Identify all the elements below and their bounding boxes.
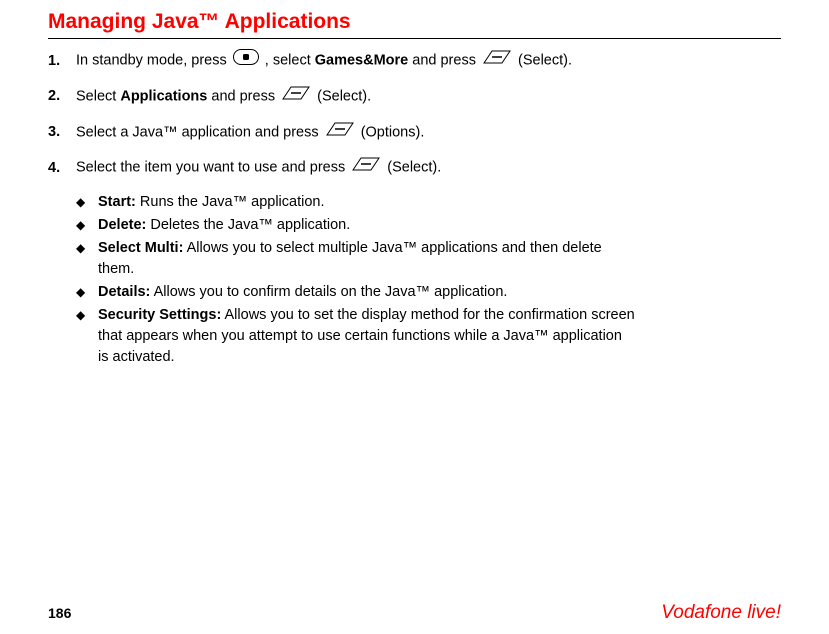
page-number: 186 <box>48 605 71 621</box>
option-label: Delete: <box>98 217 146 233</box>
menu-name: Applications <box>120 88 207 104</box>
option-body: Delete: Deletes the Java™ application. <box>98 215 636 236</box>
softkey-icon <box>325 121 355 145</box>
text: In standby mode, press <box>76 53 231 69</box>
step-body: Select Applications and press (Select). <box>76 85 781 109</box>
option-label: Start: <box>98 194 136 210</box>
step-list: 1. In standby mode, press , select Games… <box>48 49 781 180</box>
option-text: Deletes the Java™ application. <box>146 217 350 233</box>
option-label: Details: <box>98 284 150 300</box>
text: (Options). <box>361 124 425 140</box>
page-title: Managing Java™ Applications <box>48 10 781 39</box>
step-number: 2. <box>48 86 76 108</box>
text: (Select). <box>518 53 572 69</box>
step-body: In standby mode, press , select Games&Mo… <box>76 49 781 73</box>
option-text: Runs the Java™ application. <box>136 194 325 210</box>
option-details: ◆ Details: Allows you to confirm details… <box>76 282 636 303</box>
option-body: Details: Allows you to confirm details o… <box>98 282 636 303</box>
text: and press <box>412 53 480 69</box>
option-text: Allows you to confirm details on the Jav… <box>150 284 507 300</box>
step-number: 4. <box>48 158 76 180</box>
softkey-icon <box>482 49 512 73</box>
softkey-icon <box>351 156 381 180</box>
step-4: 4. Select the item you want to use and p… <box>48 156 781 180</box>
page-footer: 186 Vodafone live! <box>48 602 781 624</box>
text: Select <box>76 88 120 104</box>
step-number: 3. <box>48 122 76 144</box>
option-body: Select Multi: Allows you to select multi… <box>98 238 636 280</box>
diamond-bullet-icon: ◆ <box>76 192 98 211</box>
footer-brand: Vodafone live! <box>661 602 781 624</box>
menu-name: Games&More <box>315 53 408 69</box>
diamond-bullet-icon: ◆ <box>76 305 98 324</box>
step-number: 1. <box>48 51 76 73</box>
diamond-bullet-icon: ◆ <box>76 238 98 257</box>
option-body: Security Settings: Allows you to set the… <box>98 305 636 368</box>
step-1: 1. In standby mode, press , select Games… <box>48 49 781 73</box>
option-label: Security Settings: <box>98 307 221 323</box>
step-body: Select the item you want to use and pres… <box>76 156 781 180</box>
text: Select a Java™ application and press <box>76 124 323 140</box>
option-security-settings: ◆ Security Settings: Allows you to set t… <box>76 305 636 368</box>
text: (Select). <box>317 88 371 104</box>
option-list: ◆ Start: Runs the Java™ application. ◆ D… <box>76 192 781 368</box>
option-body: Start: Runs the Java™ application. <box>98 192 636 213</box>
option-delete: ◆ Delete: Deletes the Java™ application. <box>76 215 636 236</box>
option-select-multi: ◆ Select Multi: Allows you to select mul… <box>76 238 636 280</box>
diamond-bullet-icon: ◆ <box>76 215 98 234</box>
option-start: ◆ Start: Runs the Java™ application. <box>76 192 636 213</box>
step-2: 2. Select Applications and press (Select… <box>48 85 781 109</box>
diamond-bullet-icon: ◆ <box>76 282 98 301</box>
text: , select <box>265 53 315 69</box>
text: (Select). <box>387 160 441 176</box>
step-body: Select a Java™ application and press (Op… <box>76 121 781 145</box>
step-3: 3. Select a Java™ application and press … <box>48 121 781 145</box>
text: and press <box>211 88 279 104</box>
center-key-icon <box>233 49 259 73</box>
option-label: Select Multi: <box>98 240 183 256</box>
document-page: Managing Java™ Applications 1. In standb… <box>0 0 829 634</box>
softkey-icon <box>281 85 311 109</box>
text: Select the item you want to use and pres… <box>76 160 349 176</box>
